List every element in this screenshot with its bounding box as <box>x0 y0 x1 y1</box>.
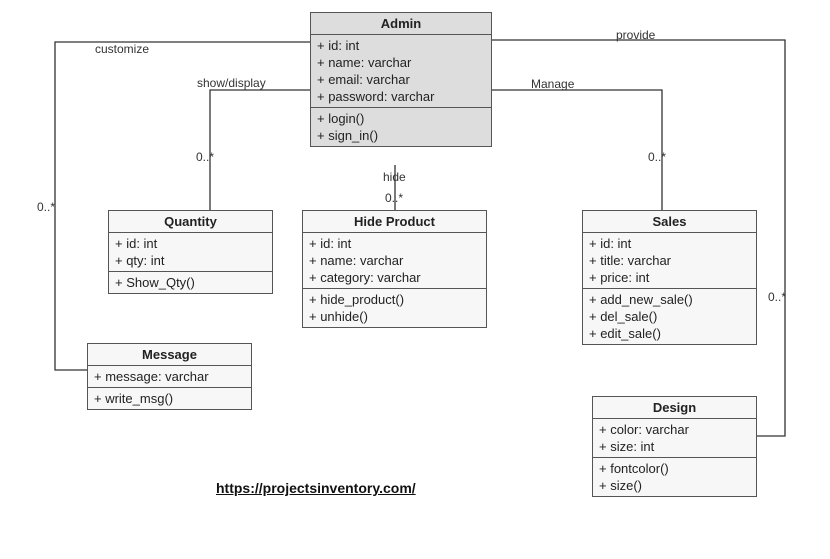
class-hide-product-operations: + hide_product() + unhide() <box>303 289 486 327</box>
attr: + name: varchar <box>317 54 485 71</box>
op: + fontcolor() <box>599 460 750 477</box>
attr: + email: varchar <box>317 71 485 88</box>
edge-mult-hide: 0..* <box>385 191 403 205</box>
op: + hide_product() <box>309 291 480 308</box>
class-message-title: Message <box>88 344 251 366</box>
attr: + color: varchar <box>599 421 750 438</box>
attr: + password: varchar <box>317 88 485 105</box>
footer-link[interactable]: https://projectsinventory.com/ <box>216 480 416 496</box>
attr: + id: int <box>589 235 750 252</box>
edge-mult-showdisplay: 0..* <box>196 150 214 164</box>
class-message: Message + message: varchar + write_msg() <box>87 343 252 410</box>
class-design-title: Design <box>593 397 756 419</box>
attr: + title: varchar <box>589 252 750 269</box>
class-message-operations: + write_msg() <box>88 388 251 409</box>
op: + Show_Qty() <box>115 274 266 291</box>
attr: + price: int <box>589 269 750 286</box>
op: + edit_sale() <box>589 325 750 342</box>
op: + login() <box>317 110 485 127</box>
attr: + size: int <box>599 438 750 455</box>
class-admin-operations: + login() + sign_in() <box>311 108 491 146</box>
class-quantity-title: Quantity <box>109 211 272 233</box>
op: + unhide() <box>309 308 480 325</box>
class-design: Design + color: varchar + size: int + fo… <box>592 396 757 497</box>
edge-label-showdisplay: show/display <box>197 76 266 90</box>
class-sales-operations: + add_new_sale() + del_sale() + edit_sal… <box>583 289 756 344</box>
class-admin-attributes: + id: int + name: varchar + email: varch… <box>311 35 491 108</box>
class-sales-attributes: + id: int + title: varchar + price: int <box>583 233 756 289</box>
attr: + name: varchar <box>309 252 480 269</box>
attr: + message: varchar <box>94 368 245 385</box>
attr: + qty: int <box>115 252 266 269</box>
op: + write_msg() <box>94 390 245 407</box>
op: + size() <box>599 477 750 494</box>
class-hide-product-attributes: + id: int + name: varchar + category: va… <box>303 233 486 289</box>
edge-label-hide: hide <box>383 170 406 184</box>
class-quantity-attributes: + id: int + qty: int <box>109 233 272 272</box>
class-sales: Sales + id: int + title: varchar + price… <box>582 210 757 345</box>
class-quantity: Quantity + id: int + qty: int + Show_Qty… <box>108 210 273 294</box>
edge-label-provide: provide <box>616 28 655 42</box>
edge-mult-manage: 0..* <box>648 150 666 164</box>
op: + sign_in() <box>317 127 485 144</box>
edge-mult-provide: 0..* <box>768 290 786 304</box>
class-quantity-operations: + Show_Qty() <box>109 272 272 293</box>
attr: + id: int <box>317 37 485 54</box>
attr: + category: varchar <box>309 269 480 286</box>
attr: + id: int <box>309 235 480 252</box>
edge-label-manage: Manage <box>531 77 574 91</box>
op: + add_new_sale() <box>589 291 750 308</box>
op: + del_sale() <box>589 308 750 325</box>
class-hide-product: Hide Product + id: int + name: varchar +… <box>302 210 487 328</box>
class-design-attributes: + color: varchar + size: int <box>593 419 756 458</box>
attr: + id: int <box>115 235 266 252</box>
class-admin: Admin + id: int + name: varchar + email:… <box>310 12 492 147</box>
class-message-attributes: + message: varchar <box>88 366 251 388</box>
class-admin-title: Admin <box>311 13 491 35</box>
class-hide-product-title: Hide Product <box>303 211 486 233</box>
class-design-operations: + fontcolor() + size() <box>593 458 756 496</box>
uml-class-diagram: customize 0..* show/display 0..* hide 0.… <box>0 0 830 559</box>
edge-label-customize: customize <box>95 42 149 56</box>
class-sales-title: Sales <box>583 211 756 233</box>
edge-mult-customize: 0..* <box>37 200 55 214</box>
